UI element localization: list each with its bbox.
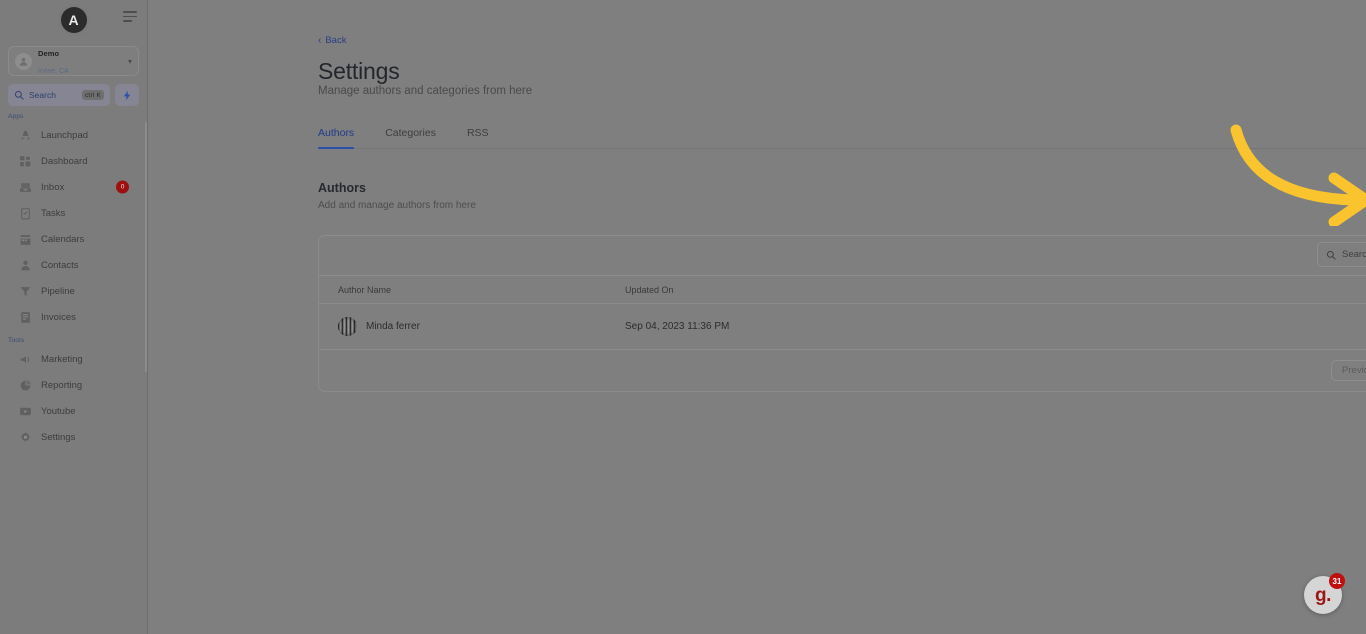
inbox-icon [18,180,32,194]
person-icon [18,258,32,272]
tab-rss[interactable]: RSS [467,127,505,148]
table-row[interactable]: Minda ferrer Sep 04, 2023 11:36 PM [319,304,1366,350]
search-input[interactable]: Search ctrl K [8,84,110,106]
sidebar-item-launchpad[interactable]: Launchpad [0,122,147,148]
video-icon [18,404,32,418]
brand-logo[interactable]: A [60,7,87,33]
screen-root: A Demo Irvine, CA ▾ Search ctrl K Apps L… [0,0,1366,634]
sidebar-item-settings[interactable]: Settings [0,424,147,450]
sidebar-item-marketing[interactable]: Marketing [0,346,147,372]
sidebar-item-label: Launchpad [41,129,89,141]
sidebar-item-youtube[interactable]: Youtube [0,398,147,424]
sidebar-item-label: Pipeline [41,285,75,297]
tab-bar: Authors Categories RSS [318,127,1366,149]
search-author-placeholder: Search Author [1342,249,1366,260]
annotation-arrow [1230,124,1366,226]
avatar [338,317,357,336]
widget-notification-badge: 31 [1329,573,1345,589]
main-content: ‹ Back Settings Manage authors and categ… [148,0,1366,634]
page-subtitle: Manage authors and categories from here [318,85,533,97]
sidebar-item-label: Tasks [41,207,66,219]
table-pagination: Previous 1 Next [319,350,1366,391]
sidebar-header: A [0,0,147,40]
sidebar-search-row: Search ctrl K [8,84,139,106]
sidebar-item-label: Reporting [41,379,83,391]
inbox-count-badge: 0 [116,180,129,194]
sidebar-item-calendars[interactable]: Calendars [0,226,147,252]
authors-table-card: Search Author Author Name Updated On Min… [318,235,1366,392]
section-subtitle: Add and manage authors from here [318,200,476,211]
search-author-input[interactable]: Search Author [1317,242,1366,267]
grid-icon [18,154,32,168]
sidebar-section-apps: Apps Launchpad Dashboard Inbox 0 Tasks C… [0,113,147,330]
sidebar-item-tasks[interactable]: Tasks [0,200,147,226]
previous-page-button[interactable]: Previous [1331,360,1366,381]
cell-author-name: Minda ferrer [319,317,625,336]
search-label: Search [29,90,56,100]
invoice-icon [18,310,32,324]
tab-authors[interactable]: Authors [318,127,370,149]
sidebar-section-label-apps: Apps [8,113,24,120]
quick-action-button[interactable] [115,84,139,106]
sidebar-item-label: Invoices [41,311,76,323]
sidebar-section-tools: Tools Marketing Reporting Youtube Settin… [0,337,147,450]
workspace-avatar-icon [15,52,32,70]
page-title: Settings [318,58,400,84]
sidebar-scrollbar[interactable] [145,122,147,372]
sidebar-item-dashboard[interactable]: Dashboard [0,148,147,174]
chevron-left-icon: ‹ [318,34,322,46]
pie-chart-icon [18,378,32,392]
cell-actions [1125,320,1366,333]
sidebar-item-label: Inbox [41,181,65,193]
sidebar: A Demo Irvine, CA ▾ Search ctrl K Apps L… [0,0,148,634]
clipboard-icon [18,206,32,220]
search-icon [14,90,24,100]
sidebar-item-label: Settings [41,431,76,443]
sidebar-section-label-tools: Tools [8,337,25,344]
sidebar-item-label: Dashboard [41,155,88,167]
sidebar-item-contacts[interactable]: Contacts [0,252,147,278]
workspace-text: Demo Irvine, CA [38,44,122,78]
chevron-down-icon[interactable]: ▾ [128,57,132,66]
gear-icon [18,430,32,444]
author-name-text: Minda ferrer [366,321,420,332]
sidebar-item-pipeline[interactable]: Pipeline [0,278,147,304]
widget-logo: g. [1315,584,1331,606]
sidebar-item-label: Youtube [41,405,76,417]
workspace-selector[interactable]: Demo Irvine, CA ▾ [8,46,139,76]
rocket-icon [18,128,32,142]
support-widget-button[interactable]: g. 31 [1304,573,1345,614]
sidebar-item-reporting[interactable]: Reporting [0,372,147,398]
funnel-icon [18,284,32,298]
megaphone-icon [18,352,32,366]
sidebar-item-inbox[interactable]: Inbox 0 [0,174,147,200]
workspace-location: Irvine, CA [38,68,69,75]
table-header-row: Author Name Updated On [319,276,1366,304]
sidebar-item-label: Contacts [41,259,79,271]
cell-updated-on: Sep 04, 2023 11:36 PM [625,321,730,332]
sidebar-item-invoices[interactable]: Invoices [0,304,147,330]
sidebar-item-label: Calendars [41,233,85,245]
section-title: Authors [318,181,366,195]
table-toolbar: Search Author [319,236,1366,276]
lightning-bolt-icon [123,90,130,100]
back-button[interactable]: ‹ Back [318,35,346,46]
search-icon [1326,250,1336,260]
brand-initial: A [68,12,79,28]
column-header-updated-on: Updated On [625,284,674,295]
sidebar-item-label: Marketing [41,353,83,365]
back-label: Back [325,35,347,46]
tab-categories[interactable]: Categories [385,127,452,148]
calendar-icon [18,232,32,246]
hamburger-icon[interactable] [123,11,137,22]
workspace-name: Demo [38,49,60,59]
app-page: A Demo Irvine, CA ▾ Search ctrl K Apps L… [0,0,1366,634]
search-shortcut-badge: ctrl K [81,90,104,100]
column-header-author-name: Author Name [338,284,392,295]
